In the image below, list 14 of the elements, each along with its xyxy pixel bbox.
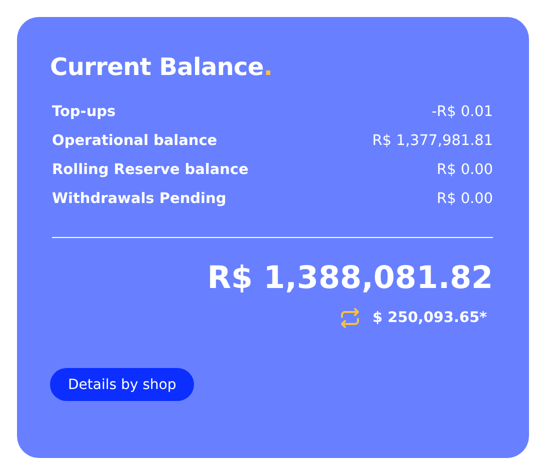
balance-label: Rolling Reserve balance: [52, 161, 248, 180]
converted-amount: $ 250,093.65*: [372, 310, 487, 326]
card-title: Current Balance: [50, 53, 264, 81]
details-button[interactable]: Details by shop: [50, 368, 194, 401]
title-dot: .: [264, 53, 272, 81]
balance-value: R$ 0.00: [436, 190, 493, 209]
balance-label: Top-ups: [52, 103, 116, 122]
total-balance: R$ 1,388,081.82: [207, 260, 493, 296]
exchange-icon: [338, 308, 361, 328]
balance-label: Operational balance: [52, 132, 218, 151]
balance-value: R$ 1,377,981.81: [372, 132, 493, 151]
balance-value: R$ 0.00: [436, 161, 493, 180]
balance-label: Withdrawals Pending: [52, 190, 226, 209]
balance-value: -R$ 0.01: [432, 103, 493, 122]
